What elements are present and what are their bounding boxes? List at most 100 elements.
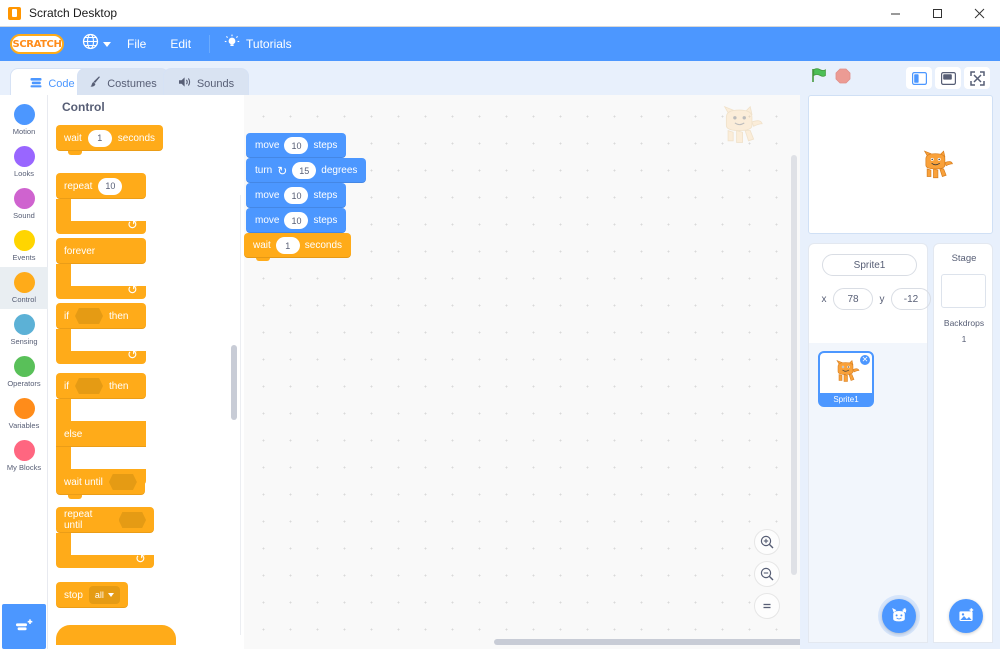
scratch-cat-watermark	[714, 105, 766, 151]
else-body: else	[56, 421, 146, 447]
menu-edit[interactable]: Edit	[158, 32, 203, 56]
chevron-down-icon	[103, 41, 111, 47]
block-palette[interactable]: Control wait 1 seconds repeat 10 forever	[48, 95, 244, 649]
motion-color-dot	[13, 104, 35, 125]
menu-tutorials[interactable]: Tutorials	[216, 34, 300, 55]
steps-label: steps	[313, 215, 338, 226]
stop-sign-icon[interactable]	[835, 68, 851, 89]
palette-block-if-then[interactable]: if then	[56, 303, 146, 364]
sidebar-item-sound[interactable]: Sound	[0, 183, 48, 225]
else-label: else	[64, 428, 83, 440]
sidebar-item-my-blocks[interactable]: My Blocks	[0, 435, 48, 477]
block-body: repeat until	[56, 507, 154, 533]
boolean-slot[interactable]	[75, 378, 103, 394]
tab-sounds[interactable]: Sounds	[163, 68, 249, 98]
turn-degrees-input[interactable]: 15	[292, 162, 317, 179]
if-label: if	[64, 380, 69, 392]
my-blocks-color-dot	[13, 440, 35, 461]
palette-scrollbar[interactable]	[231, 345, 237, 420]
delete-badge-icon[interactable]: ✕	[859, 354, 871, 366]
tab-costumes[interactable]: Costumes	[77, 68, 169, 98]
boolean-slot[interactable]	[108, 474, 137, 490]
turn-label: turn	[255, 165, 273, 176]
zoom-in-icon[interactable]	[754, 529, 780, 555]
script-stack[interactable]: move 10 steps turn ↻ 15 degrees move 10 …	[244, 133, 367, 261]
block-body: if then	[56, 303, 146, 329]
workspace-vertical-scrollbar[interactable]	[791, 155, 797, 575]
stage-thumbnail[interactable]	[941, 274, 986, 308]
code-workspace[interactable]: move 10 steps turn ↻ 15 degrees move 10 …	[244, 95, 800, 649]
sidebar-item-operators[interactable]: Operators	[0, 351, 48, 393]
maximize-icon[interactable]	[916, 0, 958, 27]
sprite-tile-sprite1[interactable]: ✕ Sprite1	[818, 351, 874, 407]
menu-file[interactable]: File	[115, 32, 158, 56]
script-block-move-1[interactable]: move 10 steps	[246, 133, 347, 161]
choose-a-sprite-fab[interactable]	[882, 599, 916, 633]
fullscreen-icon[interactable]	[964, 67, 990, 89]
sidebar-item-sensing[interactable]: Sensing	[0, 309, 48, 351]
sprite-name-input[interactable]: Sprite1	[822, 254, 917, 276]
boolean-slot[interactable]	[75, 308, 103, 324]
palette-block-stop[interactable]: stop all	[56, 582, 128, 608]
zoom-reset-icon[interactable]	[754, 593, 780, 619]
stage-and-sprite-area: Sprite1 x 78 y -12 ✕ Sprite1 Stage Backd…	[800, 95, 1000, 649]
palette-block-wait[interactable]: wait 1 seconds	[56, 125, 164, 155]
large-stage-icon[interactable]	[935, 67, 961, 89]
palette-block-repeat-until[interactable]: repeat until	[56, 507, 154, 568]
repeat-times-input[interactable]: 10	[98, 177, 123, 195]
block-body: stop all	[56, 582, 128, 608]
close-icon[interactable]	[958, 0, 1000, 27]
c-block-foot	[56, 347, 146, 364]
minimize-icon[interactable]	[874, 0, 916, 27]
sidebar-item-label: Operators	[7, 379, 41, 388]
choose-a-backdrop-button[interactable]	[945, 595, 987, 637]
block-notch	[68, 151, 82, 155]
move-steps-input[interactable]: 10	[284, 137, 309, 154]
green-flag-icon[interactable]	[810, 67, 827, 89]
sidebar-item-looks[interactable]: Looks	[0, 141, 48, 183]
sprite-x-input[interactable]: 78	[833, 288, 873, 310]
workspace-horizontal-scrollbar[interactable]	[494, 639, 800, 645]
language-menu[interactable]	[78, 33, 115, 55]
scratch-cat-sprite[interactable]	[917, 148, 955, 186]
wait-seconds-input[interactable]: 1	[87, 129, 112, 147]
tab-bar: Code Costumes Sounds	[0, 61, 800, 99]
c-block-foot	[56, 217, 146, 234]
c-block-arm	[56, 329, 71, 351]
move-label: move	[255, 215, 280, 226]
sidebar-item-events[interactable]: Events	[0, 225, 48, 267]
menu-divider	[209, 35, 211, 53]
sprite-y-input[interactable]: -12	[891, 288, 931, 310]
scratch-logo: SCRATCH	[10, 34, 64, 54]
palette-block-hat-partial[interactable]	[56, 625, 176, 645]
small-stage-icon[interactable]	[906, 67, 932, 89]
move-steps-input[interactable]: 10	[284, 187, 309, 204]
choose-a-sprite-button[interactable]	[878, 595, 920, 637]
script-block-move-2[interactable]: move 10 steps	[246, 183, 347, 211]
choose-a-backdrop-fab[interactable]	[949, 599, 983, 633]
palette-block-wait-until[interactable]: wait until	[56, 469, 145, 499]
move-label: move	[255, 190, 280, 201]
sidebar-item-control[interactable]: Control	[0, 267, 48, 309]
palette-block-repeat[interactable]: repeat 10	[56, 173, 146, 234]
boolean-slot[interactable]	[118, 512, 146, 528]
script-block-move-3[interactable]: move 10 steps	[246, 208, 347, 236]
sidebar-item-label: Motion	[12, 127, 36, 136]
palette-block-forever[interactable]: forever	[56, 238, 146, 299]
script-block-turn[interactable]: turn ↻ 15 degrees	[246, 158, 367, 186]
wait-seconds-input[interactable]: 1	[275, 237, 300, 254]
sprite-info-panel: Sprite1 x 78 y -12	[808, 243, 931, 343]
move-steps-input[interactable]: 10	[284, 212, 309, 229]
sidebar-item-label: Sound	[13, 211, 35, 220]
stage-canvas[interactable]	[808, 95, 993, 234]
sidebar-item-motion[interactable]: Motion	[0, 99, 48, 141]
stop-option-dropdown[interactable]: all	[88, 586, 120, 604]
zoom-out-icon[interactable]	[754, 561, 780, 587]
script-block-wait[interactable]: wait 1 seconds	[244, 233, 352, 261]
then-label: then	[109, 380, 129, 392]
add-extension-button[interactable]	[2, 604, 46, 649]
sidebar-item-variables[interactable]: Variables	[0, 393, 48, 435]
block-body: forever	[56, 238, 146, 264]
c-block-arm-2	[56, 447, 71, 469]
stage-selector-panel[interactable]: Stage Backdrops 1	[933, 243, 993, 643]
